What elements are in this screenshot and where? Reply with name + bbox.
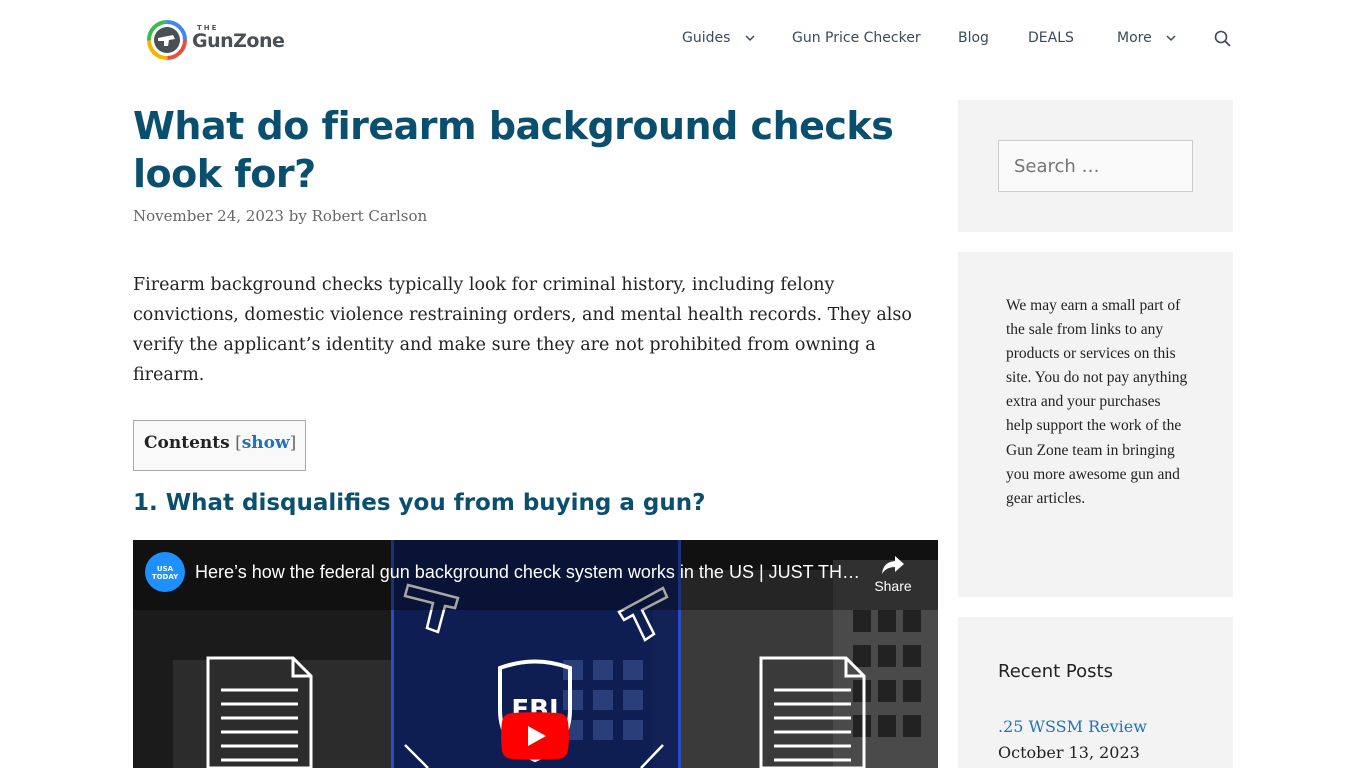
post-date: November 24, 2023 (133, 207, 284, 225)
share-label: Share (874, 578, 912, 594)
nav-item-label: Gun Price Checker (792, 30, 921, 46)
recent-post-link[interactable]: .25 WSSM Review (998, 717, 1147, 736)
affiliate-disclaimer: We may earn a small part of the sale fro… (1006, 297, 1188, 507)
video-title[interactable]: Here’s how the federal gun background ch… (195, 562, 865, 583)
section-heading: 1. What disqualifies you from buying a g… (133, 490, 706, 516)
site-logo[interactable]: THE GunZone (147, 20, 287, 62)
toc-bracket-open: [ (235, 433, 242, 453)
nav-item-gun-price-checker[interactable]: Gun Price Checker (792, 30, 921, 46)
share-icon (882, 556, 904, 574)
share-button[interactable]: Share (871, 554, 915, 600)
intro-paragraph: Firearm background checks typically look… (133, 275, 912, 385)
toc-title: Contents (144, 433, 230, 453)
youtube-play-icon[interactable] (501, 712, 569, 760)
chevron-down-icon (1166, 34, 1176, 41)
table-of-contents: Contents [show] (133, 420, 306, 471)
video-embed[interactable]: FBI USA TODAY Here’s how the federal gun… (133, 540, 938, 768)
nav-item-guides[interactable]: Guides (682, 30, 755, 46)
nav-item-blog[interactable]: Blog (958, 30, 989, 46)
post-author-link[interactable]: Robert Carlson (312, 207, 428, 225)
page-title: What do firearm background checks look f… (133, 104, 894, 196)
nav-item-label: DEALS (1028, 30, 1074, 46)
toc-toggle-link[interactable]: show (242, 433, 290, 453)
sidebar-recent-posts-widget: Recent Posts .25 WSSM Review October 13,… (958, 617, 1233, 768)
toc-bracket-close: ] (289, 433, 297, 453)
logo-icon (147, 20, 187, 60)
post-by: by (288, 207, 307, 225)
channel-avatar[interactable]: USA TODAY (145, 552, 185, 592)
site-header: THE GunZone Guides Gun Price Checker Blo… (0, 0, 1366, 80)
nav-item-deals[interactable]: DEALS (1028, 30, 1074, 46)
nav-item-more[interactable]: More (1117, 30, 1176, 46)
search-input[interactable] (998, 140, 1193, 192)
recent-post-date: October 13, 2023 (998, 743, 1140, 762)
sidebar-search-widget (958, 100, 1233, 232)
nav-item-label: Guides (682, 30, 731, 46)
nav-item-label: Blog (958, 30, 989, 46)
logo-text: GunZone (192, 30, 285, 52)
recent-posts-title: Recent Posts (998, 661, 1113, 682)
post-meta: November 24, 2023 by Robert Carlson (133, 207, 427, 225)
search-icon[interactable] (1214, 30, 1232, 48)
sidebar-disclaimer-widget: We may earn a small part of the sale fro… (958, 252, 1233, 597)
nav-item-label: More (1117, 30, 1152, 46)
chevron-down-icon (745, 34, 755, 41)
